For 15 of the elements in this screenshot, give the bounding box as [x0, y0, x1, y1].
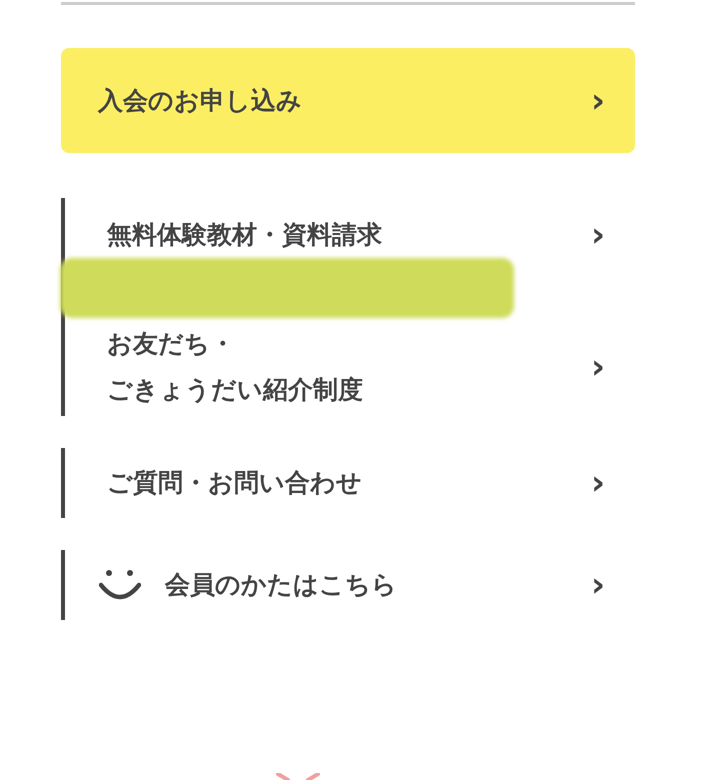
menu-link[interactable]: 会員のかたはこちら ›	[65, 550, 635, 620]
apply-button[interactable]: 入会のお申し込み ›	[61, 48, 635, 153]
chevron-icon: ›	[590, 466, 605, 500]
menu-link[interactable]: お友だち・ ごきょうだい紹介制度 ›	[65, 318, 635, 416]
menu-label: 会員のかたはこちら	[165, 569, 397, 601]
smile-icon	[99, 569, 141, 601]
menu-label: お友だち・	[107, 328, 236, 360]
chevron-icon: ›	[590, 350, 605, 384]
menu-label: ごきょうだい紹介制度	[107, 374, 363, 406]
menu-link[interactable]: ご質問・お問い合わせ ›	[65, 448, 635, 518]
menu-label: 無料体験教材・資料請求	[107, 219, 382, 251]
menu-link[interactable]: 無料体験教材・資料請求 ›	[65, 198, 635, 254]
chevron-icon: ›	[590, 218, 605, 252]
chevron-icon: ›	[590, 568, 605, 602]
menu-label: ご質問・お問い合わせ	[107, 467, 362, 499]
